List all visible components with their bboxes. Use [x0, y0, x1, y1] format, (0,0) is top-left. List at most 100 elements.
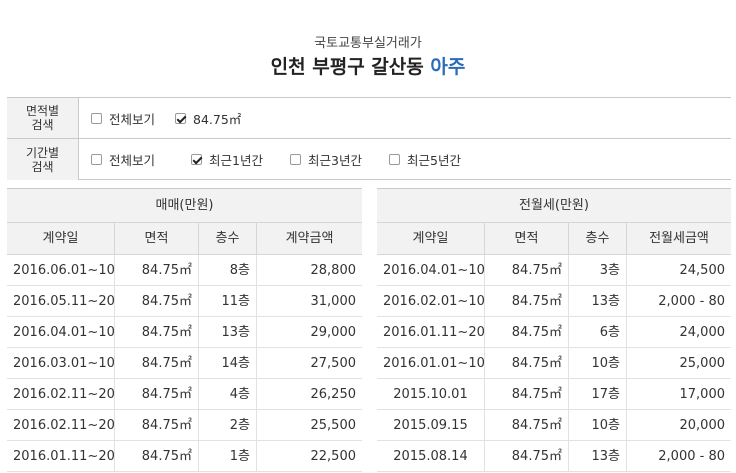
table-cell: 2,000 - 80 — [658, 294, 725, 309]
area-option-all-label: 전체보기 — [109, 111, 156, 127]
table-row: 2016.05.11~20 84.75㎡ 11층 31,000 — [7, 286, 362, 317]
table-cell: 84.75㎡ — [115, 286, 199, 316]
column-header: 전월세금액 — [649, 231, 709, 246]
table-cell: 2016.02.01~10 — [377, 286, 485, 316]
title-complex-name: 아주 — [430, 56, 466, 78]
checkbox-checked-icon[interactable] — [191, 154, 202, 165]
table-row: 2016.01.11~20 84.75㎡ 1층 22,500 — [7, 441, 362, 472]
table-cell: 2016.02.11~20 — [7, 379, 115, 409]
source-subtitle: 국토교통부실거래가 — [314, 36, 422, 51]
table-cell: 2016.03.01~10 — [7, 348, 115, 378]
table-row: 2016.04.01~10 84.75㎡ 13층 29,000 — [7, 317, 362, 348]
column-header: 계약금액 — [285, 231, 334, 246]
period-option-1y[interactable]: 최근1년간 — [191, 139, 263, 180]
table-cell: 13층 — [569, 441, 627, 471]
table-cell: 26,250 — [310, 387, 357, 402]
table-cell: 84.75㎡ — [485, 379, 569, 409]
checkbox-icon[interactable] — [91, 112, 102, 124]
title-location: 인천 부평구 갈산동 — [270, 56, 424, 78]
table-cell: 25,500 — [310, 418, 357, 433]
table-cell: 84.75㎡ — [485, 317, 569, 347]
column-header: 계약일 — [377, 223, 485, 254]
table-row: 2015.10.01 84.75㎡ 17층 17,000 — [377, 379, 731, 410]
table-cell: 2,000 - 80 — [658, 449, 725, 464]
checkbox-icon[interactable] — [290, 154, 301, 165]
rent-table: 전월세(만원) 계약일 면적 층수 전월세금액 2016.04.01~10 84.… — [377, 188, 731, 472]
table-cell: 13층 — [569, 286, 627, 316]
rent-table-header: 계약일 면적 층수 전월세금액 — [377, 223, 731, 255]
table-cell: 10층 — [569, 410, 627, 440]
sale-table-header: 계약일 면적 층수 계약금액 — [7, 223, 362, 255]
table-row: 2016.02.11~20 84.75㎡ 2층 25,500 — [7, 410, 362, 441]
table-cell: 27,500 — [310, 356, 357, 371]
table-cell: 2016.04.01~10 — [7, 317, 115, 347]
table-cell: 84.75㎡ — [115, 410, 199, 440]
period-option-all[interactable]: 전체보기 — [91, 139, 155, 180]
period-option-all-label: 전체보기 — [109, 153, 156, 168]
table-cell: 20,000 — [679, 418, 726, 433]
table-cell: 2016.01.11~20 — [377, 317, 485, 347]
period-option-5y-label: 최근5년간 — [407, 153, 461, 168]
table-cell: 84.75㎡ — [485, 286, 569, 316]
table-cell: 17층 — [569, 379, 627, 409]
period-option-5y[interactable]: 최근5년간 — [389, 139, 461, 180]
table-cell: 2015.10.01 — [377, 379, 485, 409]
checkbox-icon[interactable] — [91, 154, 102, 165]
table-cell: 8층 — [199, 255, 257, 285]
table-row: 2016.02.01~10 84.75㎡ 13층 2,000 - 80 — [377, 286, 731, 317]
table-row: 2015.09.15 84.75㎡ 10층 20,000 — [377, 410, 731, 441]
table-cell: 2016.05.11~20 — [7, 286, 115, 316]
table-row: 2016.03.01~10 84.75㎡ 14층 27,500 — [7, 348, 362, 379]
table-row: 2016.01.01~10 84.75㎡ 10층 25,000 — [377, 348, 731, 379]
table-cell: 17,000 — [679, 387, 726, 402]
column-header: 면적 — [485, 223, 569, 254]
area-option-84[interactable]: 84.75㎡ — [175, 98, 241, 138]
table-row: 2016.04.01~10 84.75㎡ 3층 24,500 — [377, 255, 731, 286]
rent-table-caption: 전월세(만원) — [377, 189, 731, 223]
area-filter-row: 면적별 검색 전체보기 84.75㎡ — [7, 98, 731, 139]
table-cell: 25,000 — [679, 356, 726, 371]
search-filter-panel: 면적별 검색 전체보기 84.75㎡ 기간별 검색 전체보기 최근1년간 최근3… — [7, 97, 731, 180]
table-cell: 2015.09.15 — [377, 410, 485, 440]
table-cell: 2016.01.01~10 — [377, 348, 485, 378]
page-title: 인천 부평구 갈산동 아주 — [0, 52, 736, 79]
area-option-84-label: 84.75㎡ — [193, 111, 242, 127]
period-option-1y-label: 최근1년간 — [209, 153, 263, 168]
table-cell: 11층 — [199, 286, 257, 316]
table-cell: 31,000 — [310, 294, 357, 309]
area-option-all[interactable]: 전체보기 — [91, 98, 155, 138]
column-header: 층수 — [199, 223, 257, 254]
column-header: 계약일 — [7, 223, 115, 254]
period-option-3y-label: 최근3년간 — [308, 153, 362, 168]
table-cell: 2015.08.14 — [377, 441, 485, 471]
checkbox-checked-icon[interactable] — [175, 112, 186, 124]
table-cell: 4층 — [199, 379, 257, 409]
table-cell: 84.75㎡ — [115, 317, 199, 347]
sale-table-caption: 매매(만원) — [7, 189, 362, 223]
table-cell: 6층 — [569, 317, 627, 347]
table-row: 2016.02.11~20 84.75㎡ 4층 26,250 — [7, 379, 362, 410]
column-header: 면적 — [115, 223, 199, 254]
table-cell: 2층 — [199, 410, 257, 440]
table-cell: 84.75㎡ — [115, 441, 199, 471]
area-filter-label: 면적별 검색 — [7, 98, 79, 138]
table-cell: 84.75㎡ — [485, 348, 569, 378]
table-row: 2016.06.01~10 84.75㎡ 8층 28,800 — [7, 255, 362, 286]
rent-table-body: 2016.04.01~10 84.75㎡ 3층 24,500 2016.02.01~10… — [377, 255, 731, 472]
table-cell: 28,800 — [310, 263, 357, 278]
table-cell: 2016.01.11~20 — [7, 441, 115, 471]
table-cell: 24,000 — [679, 325, 726, 340]
period-filter-label: 기간별 검색 — [7, 139, 79, 180]
table-cell: 10층 — [569, 348, 627, 378]
sale-table: 매매(만원) 계약일 면적 층수 계약금액 2016.06.01~10 84.75… — [7, 188, 362, 472]
table-row: 2015.08.14 84.75㎡ 13층 2,000 - 80 — [377, 441, 731, 472]
table-cell: 2016.06.01~10 — [7, 255, 115, 285]
table-cell: 84.75㎡ — [115, 379, 199, 409]
table-cell: 2016.02.11~20 — [7, 410, 115, 440]
table-cell: 84.75㎡ — [115, 348, 199, 378]
checkbox-icon[interactable] — [389, 154, 400, 165]
period-option-3y[interactable]: 최근3년간 — [290, 139, 362, 180]
table-cell: 29,000 — [310, 325, 357, 340]
table-cell: 84.75㎡ — [115, 255, 199, 285]
table-cell: 24,500 — [679, 263, 726, 278]
